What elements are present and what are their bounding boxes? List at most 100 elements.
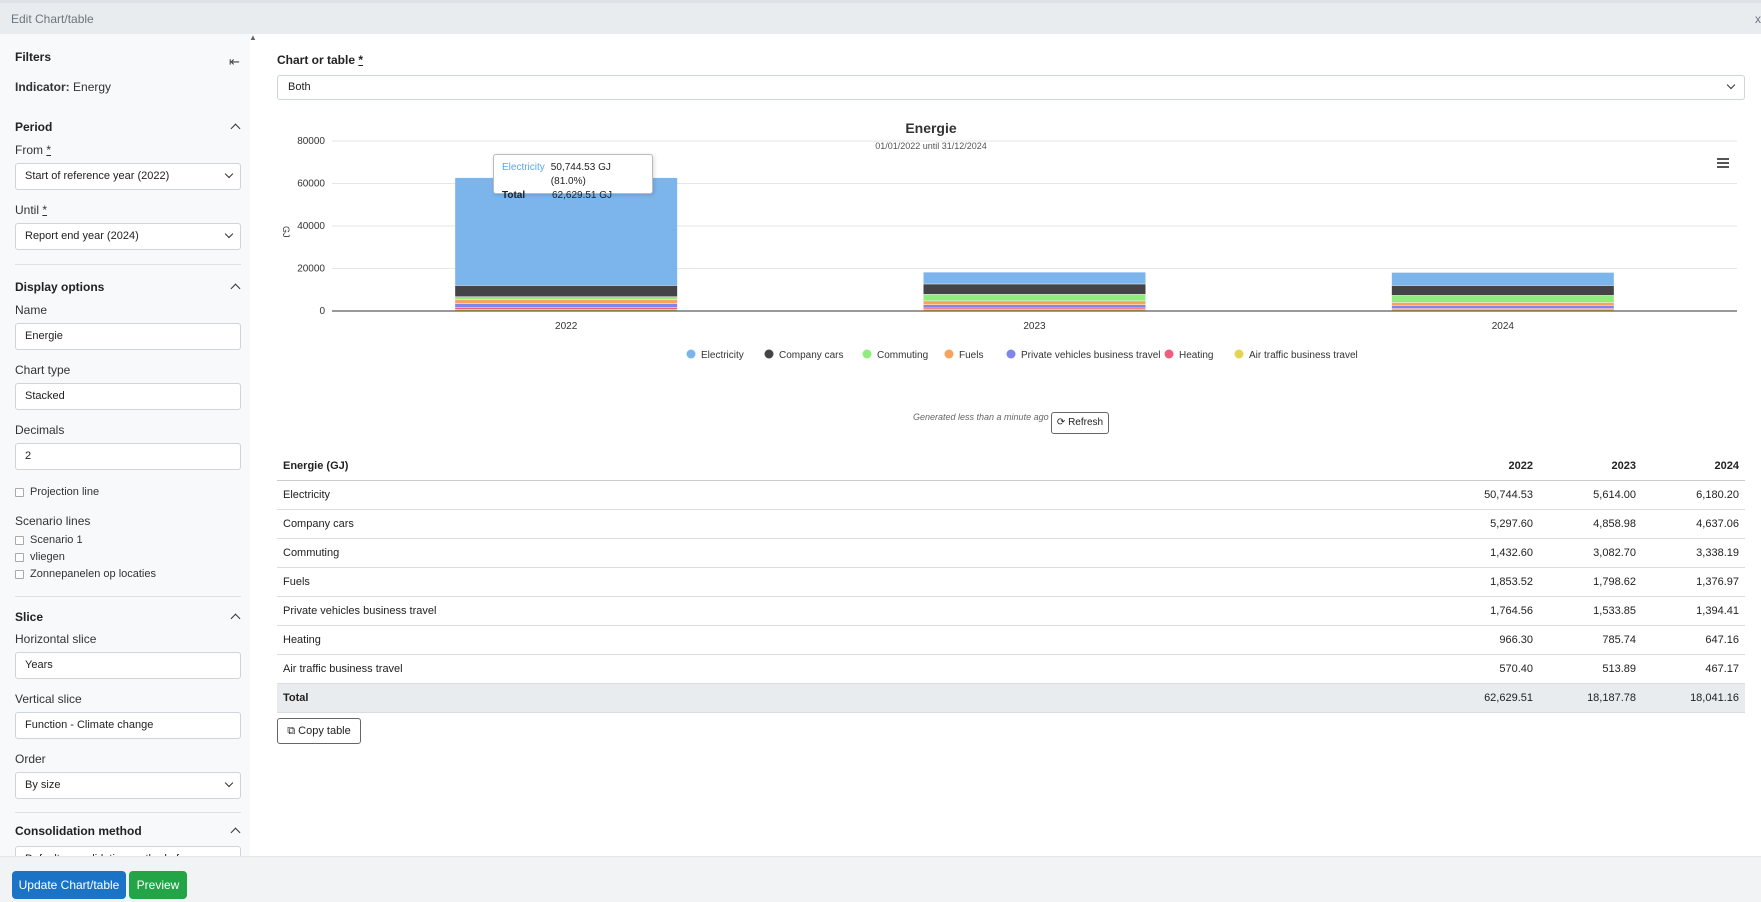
refresh-icon: ⟳ (1056, 417, 1066, 428)
chart-tooltip: Electricity 50,744.53 GJ (81.0%) Total 6… (493, 154, 653, 201)
row-label: Air traffic business travel (277, 654, 1436, 684)
table-row: Commuting 1,432.60 3,082.70 3,338.19 (277, 538, 1745, 568)
preview-button[interactable]: Preview (129, 871, 187, 899)
order-select[interactable]: By size (15, 772, 241, 799)
indicator-text: Indicator: Energy (15, 80, 111, 94)
until-label-text: Until (15, 203, 40, 217)
bar-segment (455, 300, 678, 304)
x-tick-label: 2022 (555, 321, 578, 332)
until-select[interactable]: Report end year (2024) (15, 223, 241, 250)
legend-item: Company cars (779, 350, 843, 361)
decimals-input[interactable]: 2 (15, 443, 241, 470)
checkbox-icon[interactable] (15, 535, 24, 545)
checkbox-icon[interactable] (15, 569, 24, 579)
legend-marker (1164, 349, 1174, 359)
chevron-up-icon[interactable] (230, 613, 241, 624)
refresh-button[interactable]: ⟳ Refresh (1051, 412, 1109, 434)
table-cell: 3,338.19 (1642, 538, 1745, 568)
table-cell: 18,041.16 (1642, 683, 1745, 713)
slice-heading[interactable]: Slice (15, 610, 43, 624)
legend-item: Air traffic business travel (1249, 350, 1358, 361)
legend-item: Electricity (701, 350, 744, 361)
name-label: Name (15, 303, 48, 317)
table-cell: 467.17 (1642, 654, 1745, 684)
checkbox-icon[interactable] (15, 487, 24, 497)
display-options-heading[interactable]: Display options (15, 280, 104, 294)
table-cell: 1,764.56 (1436, 596, 1539, 626)
table-column-header: 2022 (1436, 452, 1539, 481)
chevron-down-icon (1726, 80, 1736, 90)
table-cell: 6,180.20 (1642, 480, 1745, 510)
table-row: Electricity 50,744.53 5,614.00 6,180.20 (277, 480, 1745, 510)
window-title: Edit Chart/table (11, 12, 94, 26)
from-label: From * (15, 143, 51, 157)
table-cell: 50,744.53 (1436, 480, 1539, 510)
legend-item: Commuting (877, 350, 928, 361)
tooltip-total-value: 62,629.51 GJ (552, 190, 613, 201)
table-cell: 513.89 (1539, 654, 1642, 684)
copy-table-button[interactable]: ⧉ Copy table (277, 718, 361, 744)
chevron-up-icon[interactable] (230, 123, 241, 134)
legend-marker (944, 349, 954, 359)
copy-icon: ⧉ (287, 725, 296, 737)
chart-type-label: Chart type (15, 363, 71, 377)
table-row: Private vehicles business travel 1,764.56… (277, 596, 1745, 626)
bar-segment (923, 308, 1146, 310)
from-select[interactable]: Start of reference year (2022) (15, 163, 241, 190)
collapse-sidebar-icon[interactable]: ⇤ (229, 54, 240, 70)
chart-or-table-select[interactable]: Both (277, 75, 1745, 100)
table-row: Heating 966.30 785.74 647.16 (277, 625, 1745, 655)
period-heading[interactable]: Period (15, 120, 52, 134)
chevron-down-icon (224, 778, 234, 788)
tooltip-total-label: Total (502, 190, 526, 201)
row-label: Commuting (277, 538, 1436, 568)
bar-segment (1391, 308, 1614, 310)
chevron-up-icon[interactable] (230, 283, 241, 294)
projection-line-label: Projection line (30, 486, 100, 498)
refresh-label: Refresh (1068, 417, 1104, 428)
bar-segment (923, 304, 1146, 308)
bar-segment (923, 309, 1146, 311)
divider (15, 596, 241, 597)
tooltip-series: Electricity (502, 162, 545, 173)
table-cell: 647.16 (1642, 625, 1745, 655)
x-tick-label: 2023 (1023, 321, 1046, 332)
table-cell: 785.74 (1539, 625, 1642, 655)
divider (15, 812, 241, 813)
menu-icon[interactable] (1717, 158, 1729, 168)
table-row: Air traffic business travel 570.40 513.89 4… (277, 654, 1745, 684)
chart-type-select[interactable]: Stacked (15, 383, 241, 410)
update-button[interactable]: Update Chart/table (12, 871, 126, 899)
y-tick-label: 60000 (297, 179, 325, 190)
consolidation-select[interactable]: Default consolidation method of (15, 846, 241, 856)
close-icon[interactable]: x (1755, 12, 1761, 26)
bar-segment (1391, 272, 1614, 286)
until-select-value: Report end year (2024) (25, 230, 139, 242)
table-cell: 4,637.06 (1642, 509, 1745, 539)
vertical-slice-select[interactable]: Function - Climate change (15, 712, 241, 739)
table-column-header: 2024 (1642, 452, 1745, 481)
table-cell: 5,614.00 (1539, 480, 1642, 510)
scenario-checkbox[interactable]: Scenario 1 (15, 534, 83, 546)
copy-table-label: Copy table (298, 725, 351, 737)
bar-segment (1391, 302, 1614, 306)
legend-marker (764, 349, 774, 359)
bar-segment (455, 285, 678, 297)
name-input[interactable]: Energie (15, 323, 241, 350)
horizontal-slice-select[interactable]: Years (15, 652, 241, 679)
bar-segment (455, 303, 678, 308)
projection-line-checkbox[interactable]: Projection line (15, 486, 99, 498)
chevron-up-icon[interactable] (230, 827, 241, 838)
order-select-value: By size (25, 779, 61, 791)
divider (15, 264, 241, 265)
checkbox-icon[interactable] (15, 552, 24, 562)
row-label: Total (277, 683, 1436, 713)
required-mark: * (42, 203, 48, 217)
chevron-down-icon (224, 169, 234, 179)
scenario-checkbox[interactable]: vliegen (15, 551, 65, 563)
scenario-checkbox[interactable]: Zonnepanelen op locaties (15, 568, 156, 580)
scroll-up-icon[interactable]: ▲ (249, 33, 257, 42)
consolidation-heading[interactable]: Consolidation method (15, 824, 142, 838)
scenario-label: Zonnepanelen op locaties (30, 568, 156, 580)
bar-segment (455, 309, 678, 311)
